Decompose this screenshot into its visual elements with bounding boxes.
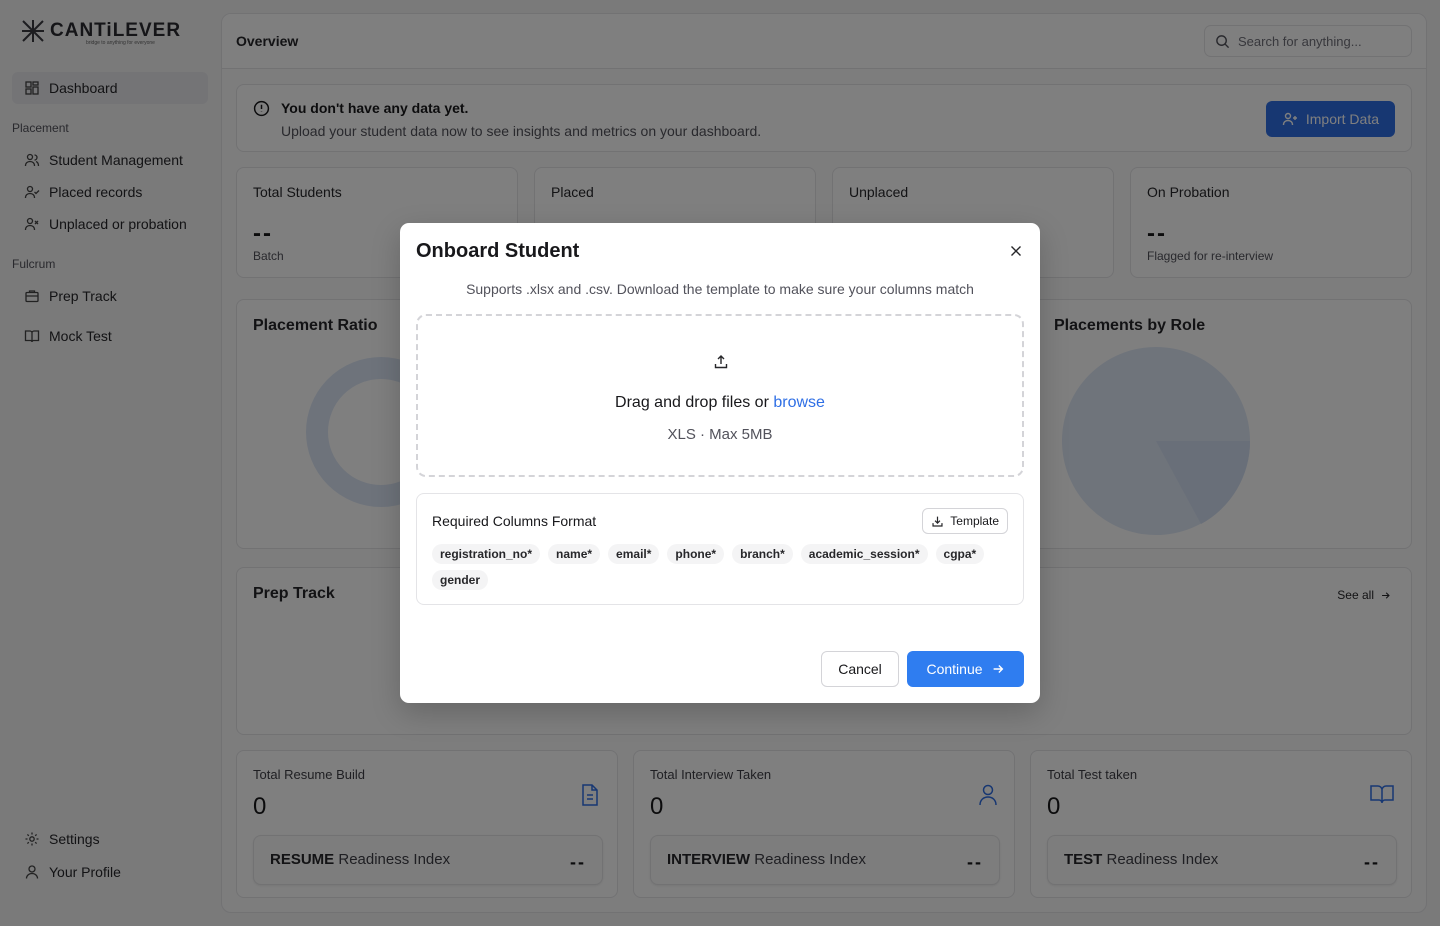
arrow-right-icon: [993, 665, 1003, 673]
column-chips: registration_no* name* email* phone* bra…: [432, 544, 1012, 590]
column-chip: branch*: [732, 544, 793, 564]
modal-title: Onboard Student: [416, 240, 580, 262]
required-columns-title: Required Columns Format: [432, 513, 597, 529]
column-chip: email*: [608, 544, 660, 564]
onboard-student-modal: Onboard Student Supports .xlsx and .csv.…: [400, 223, 1040, 703]
cancel-button[interactable]: Cancel: [821, 651, 899, 687]
column-chip: name*: [548, 544, 601, 564]
file-dropzone[interactable]: Drag and drop files or browse XLS · Max …: [416, 314, 1024, 477]
close-icon[interactable]: [1008, 243, 1024, 259]
dropzone-text: Drag and drop files or browse: [418, 394, 1022, 412]
column-chip: cgpa*: [935, 544, 985, 564]
download-icon: [932, 516, 943, 527]
upload-icon: [714, 355, 728, 369]
template-download-button[interactable]: Template: [922, 508, 1008, 534]
modal-description: Supports .xlsx and .csv. Download the te…: [466, 281, 974, 297]
continue-button[interactable]: Continue: [907, 651, 1024, 687]
continue-label: Continue: [926, 661, 983, 677]
browse-link[interactable]: browse: [773, 394, 825, 411]
template-label: Template: [950, 514, 999, 528]
column-chip: academic_session*: [800, 544, 928, 564]
column-chip: registration_no*: [432, 544, 541, 564]
required-columns-box: Required Columns Format Template registr…: [416, 493, 1024, 605]
dropzone-label: Drag and drop files or: [615, 394, 774, 411]
column-chip: gender: [432, 570, 489, 590]
column-chip: phone*: [667, 544, 725, 564]
dropzone-hint: XLS · Max 5MB: [667, 426, 773, 443]
